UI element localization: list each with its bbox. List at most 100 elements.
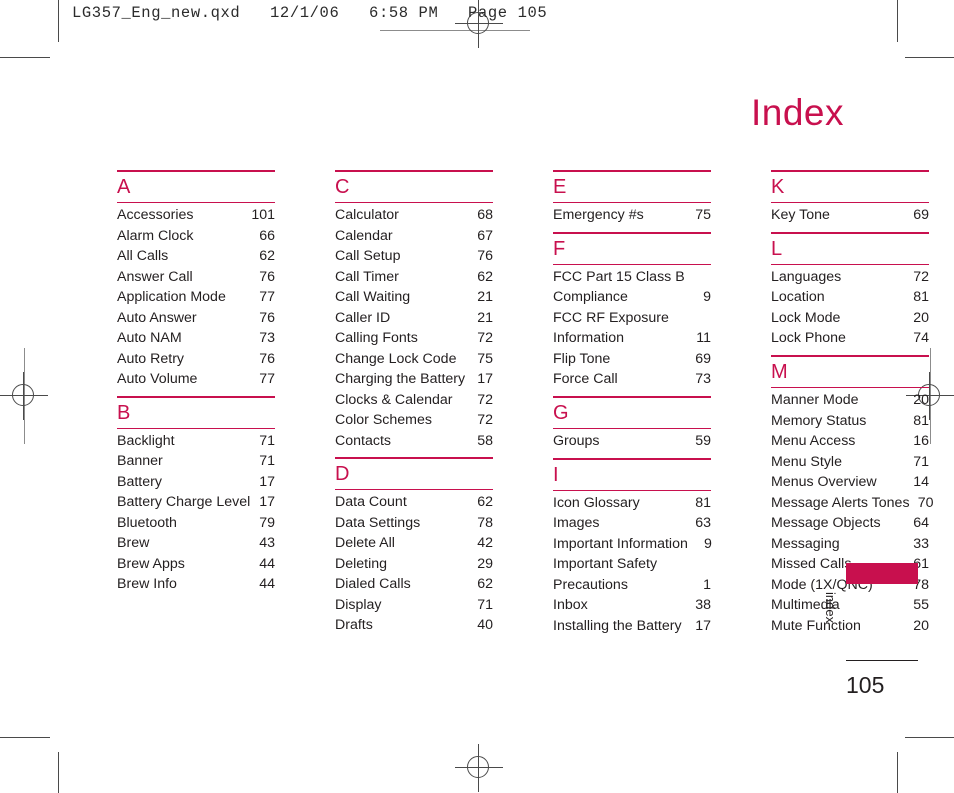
index-entry[interactable]: Compliance 9 xyxy=(553,287,711,308)
index-entry[interactable]: Manner Mode 20 xyxy=(771,390,929,411)
index-section-i: I Icon Glossary 81 Images 63 Important Inform… xyxy=(553,457,712,637)
index-entry[interactable]: Call Waiting 21 xyxy=(335,287,493,308)
index-entry[interactable]: Color Schemes 72 xyxy=(335,410,493,431)
index-entry[interactable]: Images 63 xyxy=(553,513,711,534)
index-entry[interactable]: Icon Glossary 81 xyxy=(553,493,711,514)
index-entry-list: Key Tone 69 xyxy=(771,203,929,226)
index-entry-page: 1 xyxy=(703,576,711,593)
index-entry[interactable]: Backlight 71 xyxy=(117,431,275,452)
index-entry-page: 71 xyxy=(913,453,929,470)
index-entry[interactable]: Accessories 101 xyxy=(117,205,275,226)
index-section-b: B Backlight 71 Banner 71 Battery 17 Battery Cha… xyxy=(117,395,275,595)
index-entry[interactable]: Important Safety xyxy=(553,554,711,575)
index-entry[interactable]: Bluetooth 79 xyxy=(117,513,275,534)
index-entry[interactable]: Messaging 33 xyxy=(771,534,929,555)
index-entry[interactable]: Languages 72 xyxy=(771,267,929,288)
index-entry-label: Key Tone xyxy=(771,207,830,224)
index-entry[interactable]: Flip Tone 69 xyxy=(553,349,711,370)
crop-mark-top-left-horizontal xyxy=(0,57,50,58)
crop-mark-top-left-vertical xyxy=(58,0,59,42)
index-entry[interactable]: FCC Part 15 Class B xyxy=(553,267,711,288)
index-entry-label: Caller ID xyxy=(335,309,391,326)
index-entry[interactable]: Installing the Battery 17 xyxy=(553,616,711,637)
index-entry-page: 76 xyxy=(259,309,275,326)
index-entry[interactable]: Menu Style 71 xyxy=(771,452,929,473)
index-entry[interactable]: Contacts 58 xyxy=(335,431,493,452)
index-entry[interactable]: Change Lock Code 75 xyxy=(335,349,493,370)
index-entry[interactable]: Data Settings 78 xyxy=(335,513,493,534)
index-entry[interactable]: Mute Function 20 xyxy=(771,616,929,637)
index-entry[interactable]: Data Count 62 xyxy=(335,492,493,513)
index-entry-page: 42 xyxy=(477,535,493,552)
index-entry-label: Groups xyxy=(553,433,600,450)
side-tab-label: index xyxy=(823,592,838,624)
index-entry-label: Dialed Calls xyxy=(335,576,411,593)
index-entry[interactable]: Inbox 38 xyxy=(553,595,711,616)
section-letter: M xyxy=(771,361,788,384)
index-entry-page: 64 xyxy=(913,515,929,532)
index-entry[interactable]: Multimedia 55 xyxy=(771,595,929,616)
index-entry-label: Precautions xyxy=(553,576,628,593)
index-entry-list: FCC Part 15 Class B Compliance 9 FCC RF Exp… xyxy=(553,265,711,390)
index-entry-page: 76 xyxy=(259,268,275,285)
index-entry[interactable]: Dialed Calls 62 xyxy=(335,574,493,595)
side-tab-marker xyxy=(846,563,918,584)
index-entry[interactable]: Calculator 68 xyxy=(335,205,493,226)
index-entry[interactable]: Precautions 1 xyxy=(553,575,711,596)
index-entry[interactable]: Delete All 42 xyxy=(335,533,493,554)
index-entry-label: Mute Function xyxy=(771,617,861,634)
index-entry[interactable]: Brew Info 44 xyxy=(117,574,275,595)
index-entry[interactable]: Application Mode 77 xyxy=(117,287,275,308)
index-entry[interactable]: Menu Access 16 xyxy=(771,431,929,452)
index-entry-page: 58 xyxy=(477,432,493,449)
index-entry[interactable]: Deleting 29 xyxy=(335,554,493,575)
index-entry[interactable]: Important Information 9 xyxy=(553,534,712,555)
index-entry[interactable]: All Calls 62 xyxy=(117,246,275,267)
index-entry-list: Calculator 68 Calendar 67 Call Setup 76 Call T… xyxy=(335,203,493,451)
index-entry[interactable]: Battery Charge Level 17 xyxy=(117,492,275,513)
index-entry[interactable]: Lock Phone 74 xyxy=(771,328,929,349)
index-entry[interactable]: Drafts 40 xyxy=(335,615,493,636)
index-entry-page: 14 xyxy=(913,474,929,491)
index-entry[interactable]: Clocks & Calendar 72 xyxy=(335,390,493,411)
index-entry-label: Auto NAM xyxy=(117,330,182,347)
index-entry[interactable]: Charging the Battery 17 xyxy=(335,369,493,390)
index-entry[interactable]: Calling Fonts 72 xyxy=(335,328,493,349)
index-entry[interactable]: Memory Status 81 xyxy=(771,411,929,432)
index-entry[interactable]: Key Tone 69 xyxy=(771,205,929,226)
index-entry[interactable]: Auto Answer 76 xyxy=(117,308,275,329)
index-entry-page: 71 xyxy=(259,432,275,449)
index-entry-page: 44 xyxy=(259,555,275,572)
index-entry[interactable]: Battery 17 xyxy=(117,472,275,493)
index-entry[interactable]: Alarm Clock 66 xyxy=(117,226,275,247)
index-entry[interactable]: Information 11 xyxy=(553,328,711,349)
index-entry[interactable]: Location 81 xyxy=(771,287,929,308)
index-entry-page: 74 xyxy=(913,330,929,347)
index-entry[interactable]: Display 71 xyxy=(335,595,493,616)
index-entry[interactable]: Emergency #s 75 xyxy=(553,205,711,226)
index-entry[interactable]: Auto NAM 73 xyxy=(117,328,275,349)
index-entry-page: 73 xyxy=(259,330,275,347)
index-entry[interactable]: Call Setup 76 xyxy=(335,246,493,267)
index-entry[interactable]: Caller ID 21 xyxy=(335,308,493,329)
index-entry[interactable]: Banner 71 xyxy=(117,451,275,472)
index-entry[interactable]: Groups 59 xyxy=(553,431,711,452)
index-entry-label: Information xyxy=(553,330,624,347)
index-entry[interactable]: Menus Overview 14 xyxy=(771,472,929,493)
index-entry[interactable]: Calendar 67 xyxy=(335,226,493,247)
index-section-e: E Emergency #s 75 xyxy=(553,170,711,226)
index-entry[interactable]: Auto Retry 76 xyxy=(117,349,275,370)
index-entry[interactable]: Call Timer 62 xyxy=(335,267,493,288)
index-entry[interactable]: Lock Mode 20 xyxy=(771,308,929,329)
index-entry[interactable]: FCC RF Exposure xyxy=(553,308,711,329)
index-entry[interactable]: Force Call 73 xyxy=(553,369,711,390)
crop-mark-bottom-right-vertical xyxy=(897,752,898,793)
index-entry[interactable]: Brew Apps 44 xyxy=(117,554,275,575)
index-entry[interactable]: Auto Volume 77 xyxy=(117,369,275,390)
index-entry-page: 17 xyxy=(477,371,493,388)
index-entry[interactable]: Message Alerts Tones 70 xyxy=(771,493,934,514)
index-entry-label: Color Schemes xyxy=(335,412,432,429)
index-entry[interactable]: Message Objects 64 xyxy=(771,513,929,534)
index-entry[interactable]: Brew 43 xyxy=(117,533,275,554)
index-entry[interactable]: Answer Call 76 xyxy=(117,267,275,288)
